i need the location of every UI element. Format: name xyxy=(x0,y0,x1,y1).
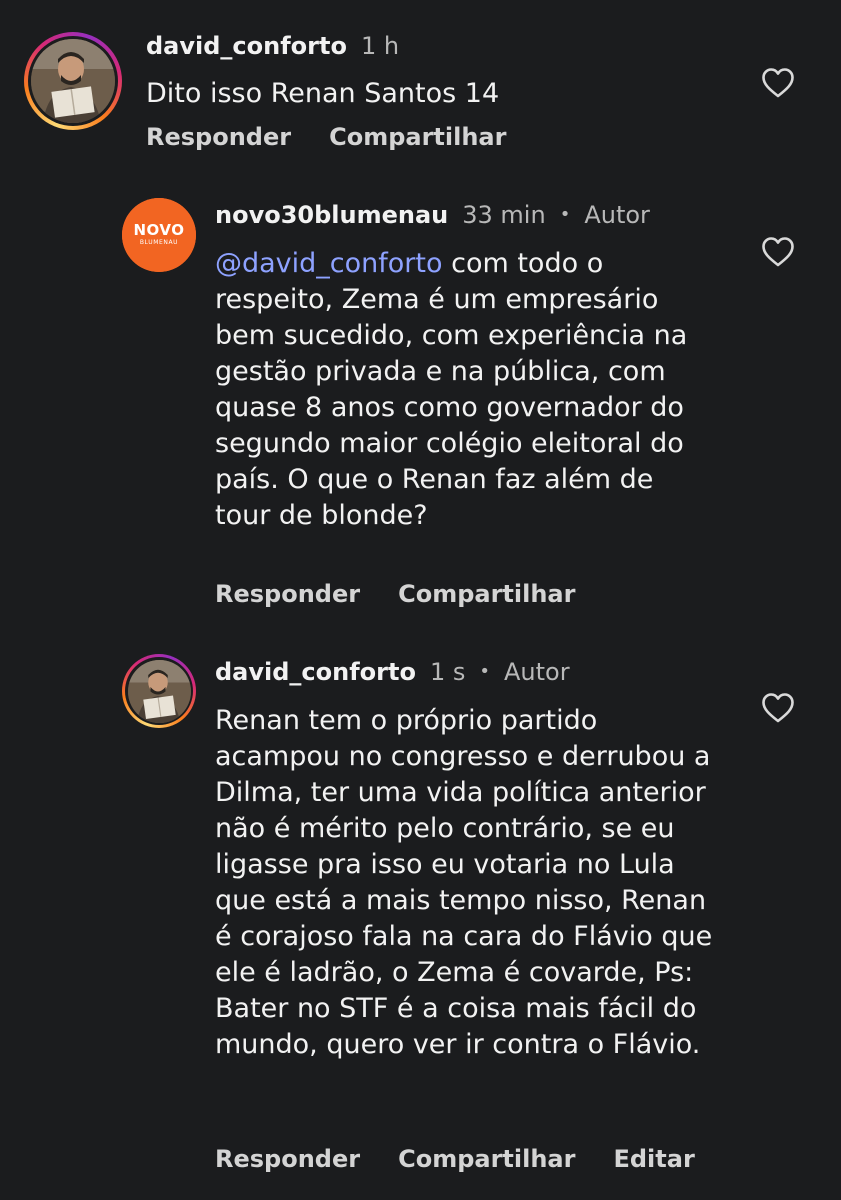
comment-3-meta: david_conforto 1 s • Autor xyxy=(215,658,570,686)
comment-3-actions: Responder Compartilhar Editar xyxy=(215,1145,695,1173)
heart-icon[interactable] xyxy=(761,67,795,99)
comment-1-time: 1 h xyxy=(360,32,400,60)
comment-3-share-button[interactable]: Compartilhar xyxy=(398,1145,575,1173)
comment-2-username[interactable]: novo30blumenau xyxy=(215,201,448,229)
comment-1-reply-button[interactable]: Responder xyxy=(146,123,291,151)
person-reading-icon xyxy=(127,659,191,723)
comment-2-text: @david_conforto com todo o respeito, Zem… xyxy=(215,246,715,534)
comment-2-author-tag: Autor xyxy=(584,201,650,229)
comment-2-mention[interactable]: @david_conforto xyxy=(215,248,443,279)
comment-2-actions: Responder Compartilhar xyxy=(215,580,575,608)
comment-2-meta: novo30blumenau 33 min • Autor xyxy=(215,201,650,229)
heart-icon[interactable] xyxy=(761,692,795,724)
comment-3-dot: • xyxy=(479,661,490,682)
comment-3-username[interactable]: david_conforto xyxy=(215,658,416,686)
comment-2-body: com todo o respeito, Zema é um empresári… xyxy=(215,248,688,531)
avatar-novo30blumenau[interactable]: NOVO BLUMENAU xyxy=(122,198,196,272)
comment-1-meta: david_conforto 1 h xyxy=(146,32,399,60)
comment-3-text: Renan tem o próprio partido acampou no c… xyxy=(215,705,713,1060)
person-reading-icon xyxy=(31,39,115,123)
comment-3-author-tag: Autor xyxy=(503,658,570,686)
comment-1-text: Dito isso Renan Santos 14 xyxy=(146,78,500,109)
comment-1-share-button[interactable]: Compartilhar xyxy=(329,123,506,151)
avatar-david-conforto[interactable] xyxy=(122,654,196,728)
novo-logo-sub: BLUMENAU xyxy=(139,238,179,246)
comment-3-time: 1 s xyxy=(429,658,466,686)
comment-2-reply-button[interactable]: Responder xyxy=(215,580,360,608)
avatar-david-conforto[interactable] xyxy=(24,32,122,130)
comment-1-actions: Responder Compartilhar xyxy=(146,123,506,151)
comment-2-time: 33 min xyxy=(462,201,546,229)
comment-2-dot: • xyxy=(559,204,571,225)
novo-logo-word: NOVO xyxy=(133,220,185,239)
comment-3-edit-button[interactable]: Editar xyxy=(613,1145,694,1173)
heart-icon[interactable] xyxy=(761,236,795,268)
comment-2-share-button[interactable]: Compartilhar xyxy=(398,580,575,608)
comment-1-username[interactable]: david_conforto xyxy=(146,32,347,60)
comment-3-reply-button[interactable]: Responder xyxy=(215,1145,360,1173)
